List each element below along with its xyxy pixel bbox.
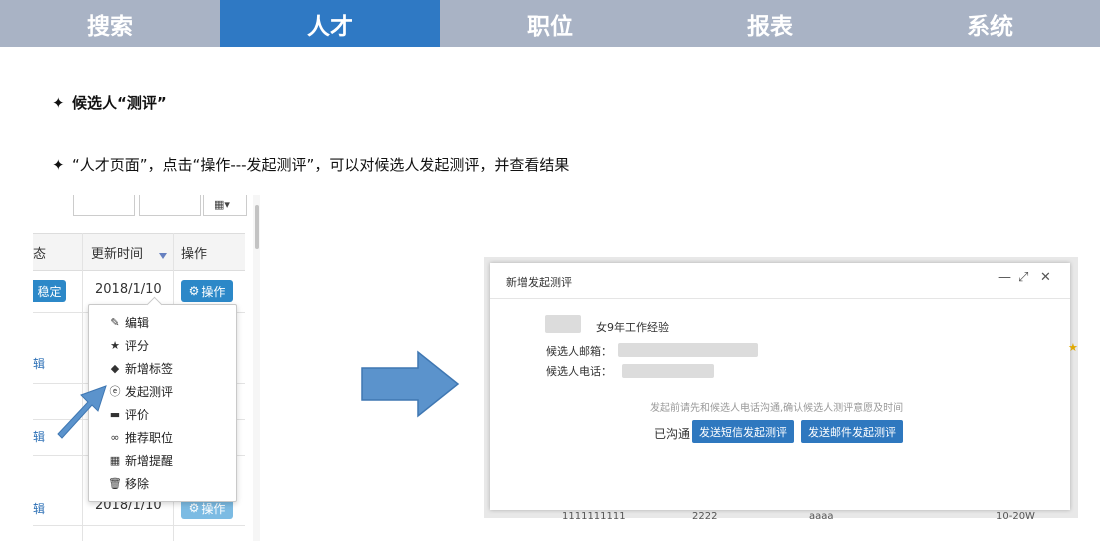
column-header-status: 态 [33,247,47,262]
sparkle-icon: ✦ [52,155,65,174]
background-cell: 2222 [692,511,718,522]
redacted-email [618,343,758,357]
column-settings-button[interactable]: ▦▾ [203,195,247,216]
menu-item-label: 评分 [125,338,150,353]
menu-item-label: 评价 [125,407,150,422]
bullet-description-text: “人才页面”，点击“操作---发起测评”，可以对候选人发起测评，并查看结果 [72,156,570,174]
gear-icon: ⚙ [188,501,200,515]
right-arrow-icon [361,350,460,418]
sparkle-icon: ✦ [52,93,65,112]
bullet-heading-text: 候选人“测评” [72,94,167,112]
communicated-label: 已沟通 [654,427,691,441]
star-icon: ★ [1068,341,1078,354]
top-nav: 搜索 人才 职位 报表 系统 [0,0,1100,47]
nav-tab-reports[interactable]: 报表 [660,0,880,47]
menu-item-add-tag[interactable]: ◆ 新增标签 [107,359,173,377]
send-sms-assessment-button[interactable]: 发送短信发起测评 [692,420,794,443]
close-icon[interactable]: ✕ [1040,270,1051,285]
action-button-label: 操作 [201,501,226,516]
maximize-icon[interactable]: ⤢ [1018,270,1028,285]
calendar-icon: ▦ [109,453,121,467]
update-time-cell: 2018/1/10 [95,282,162,297]
menu-item-start-assessment[interactable]: ⓔ 发起测评 [107,382,174,400]
minimize-icon[interactable]: — [998,270,1011,285]
menu-item-recommend-position[interactable]: ∞ 推荐职位 [107,428,173,446]
menu-item-edit[interactable]: ✎ 编辑 [107,313,149,331]
new-assessment-dialog: 新增发起测评 — ⤢ ✕ 女9年工作经验 候选人邮箱： 候选人电话： 发起前请先… [490,263,1070,510]
pointer-arrow-icon [57,385,107,439]
nav-tab-system[interactable]: 系统 [880,0,1100,47]
nav-tab-position[interactable]: 职位 [440,0,660,47]
background-cell: 1111111111 [562,511,626,522]
pencil-icon: ✎ [110,315,120,329]
edit-link[interactable]: 辑 [33,355,45,372]
send-email-assessment-button[interactable]: 发送邮件发起测评 [801,420,903,443]
action-button[interactable]: ⚙ 操作 [181,280,233,302]
nav-tab-search[interactable]: 搜索 [0,0,220,47]
assessment-dialog-screenshot: 新增发起测评 — ⤢ ✕ 女9年工作经验 候选人邮箱： 候选人电话： 发起前请先… [484,257,1078,522]
dialog-divider [490,298,1070,299]
dialog-hint: 发起前请先和候选人电话沟通,确认候选人测评意愿及时间 [650,403,904,414]
row-divider [33,525,245,526]
menu-item-label: 推荐职位 [125,430,174,445]
menu-item-label: 移除 [125,476,150,491]
menu-item-label: 新增标签 [125,361,174,376]
star-icon: ★ [110,338,120,352]
edit-link[interactable]: 辑 [33,500,45,517]
nav-tab-talent[interactable]: 人才 [220,0,440,47]
candidate-info: 女9年工作经验 [596,321,669,334]
edit-link[interactable]: 辑 [33,428,45,445]
menu-item-remove[interactable]: 🗑 移除 [107,474,149,492]
redacted-phone [622,364,714,378]
menu-item-label: 编辑 [125,315,150,330]
trash-icon: 🗑 [108,476,122,490]
menu-item-add-reminder[interactable]: ▦ 新增提醒 [107,451,173,469]
redacted-name [545,315,581,333]
gear-icon: ⚙ [188,284,200,298]
bullet-description: ✦ “人才页面”，点击“操作---发起测评”，可以对候选人发起测评，并查看结果 [52,154,569,175]
status-badge: 稳定 [33,280,66,302]
column-header-actions: 操作 [181,247,208,262]
email-label: 候选人邮箱： [546,345,612,358]
action-button-label: 操作 [201,284,226,299]
column-header-update-time[interactable]: 更新时间 [91,243,143,262]
bullet-heading: ✦ 候选人“测评” [52,92,167,113]
menu-item-label: 新增提醒 [125,453,174,468]
grid-header: 态 更新时间 操作 [33,233,245,271]
background-cell: aaaa [809,511,834,522]
talent-grid-screenshot: ▦▾ 态 更新时间 操作 稳定 2018/1/10 ⚙ 操作 辑 辑 辑 201… [33,195,260,541]
dialog-title: 新增发起测评 [506,276,572,289]
toolbar-button[interactable] [73,195,135,216]
sort-desc-icon[interactable] [159,253,167,259]
background-cell: 10-20W [996,511,1035,522]
menu-item-comment[interactable]: ▬ 评价 [107,405,149,423]
toolbar-button[interactable] [139,195,201,216]
phone-label: 候选人电话： [546,365,612,378]
grid-icon: ▦▾ [214,198,230,211]
scrollbar-thumb[interactable] [255,205,259,249]
menu-item-score[interactable]: ★ 评分 [107,336,149,354]
menu-item-label: 发起测评 [125,384,174,399]
